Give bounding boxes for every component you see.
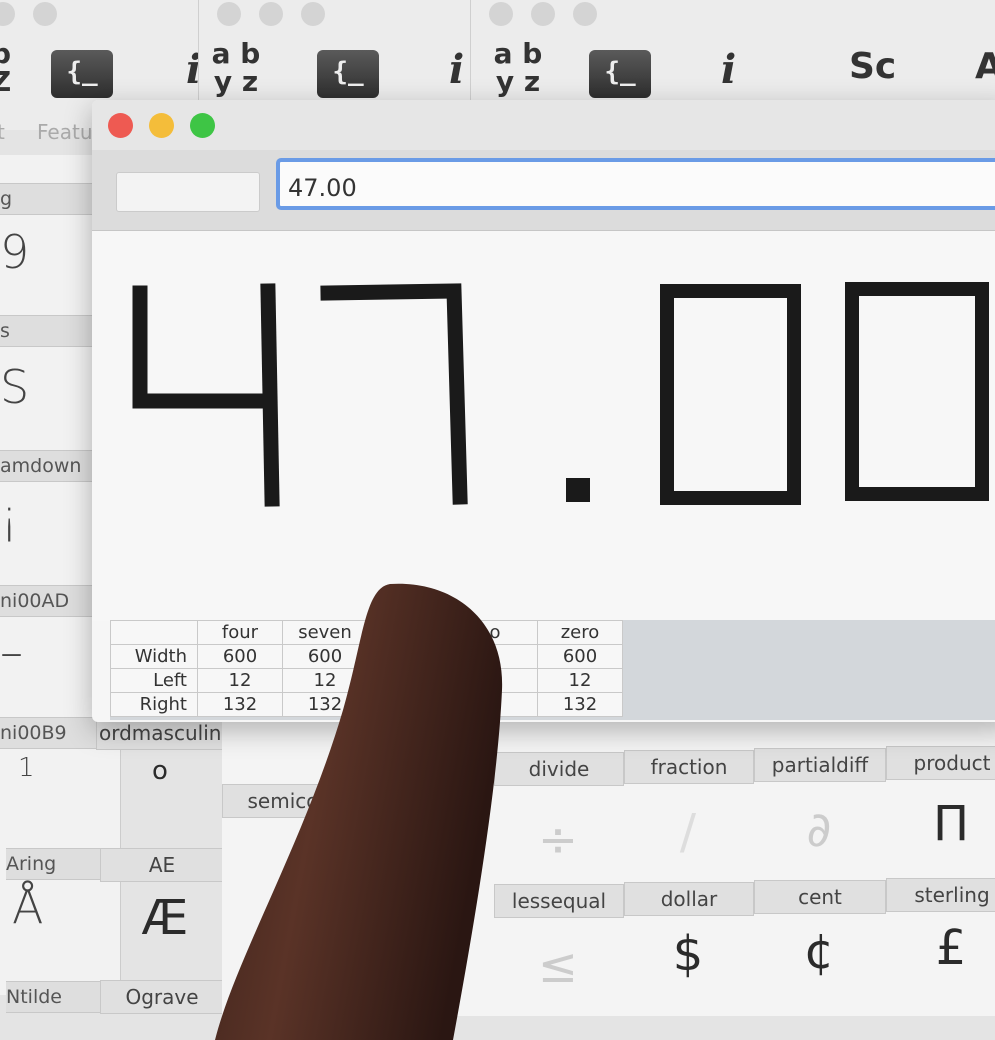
glyph-cell-name: product [886,746,995,780]
row-header: Left [110,668,198,693]
glyph-cell-preview[interactable]: / [624,804,752,860]
feature-brace-icon[interactable]: {_ [317,50,379,98]
glyph-cell-name: sterling [886,878,995,912]
glyph-cell-name: ni00B9 [0,717,110,749]
feature-label: Featu [37,120,93,144]
preview-toolbar: 47.00 [92,150,995,231]
glyph-cell-preview[interactable]: 1 [18,753,35,783]
glyph-period [566,478,590,502]
glyph-cell-preview[interactable]: $ [624,926,752,982]
width-cell[interactable]: 600 [537,644,623,669]
feature-brace-icon[interactable]: {_ [589,50,651,98]
lower-glyph-grid: semico divide ÷ fraction / partialdiff ∂… [222,716,995,1016]
width-cell[interactable] [367,644,453,669]
table-row: Right 132 132 132 [110,692,623,717]
table-row: four seven p o zero [110,620,623,645]
left-cell[interactable]: 12 [282,668,368,693]
close-button[interactable] [108,113,133,138]
glyph-cell-name: fraction [624,750,754,784]
right-cell[interactable] [367,692,453,717]
window-dot [0,2,15,26]
glyph-cell-preview[interactable]: o [120,756,200,786]
glyph-zero [845,282,989,501]
feature-brace-icon[interactable]: {_ [51,50,113,98]
window-dot [33,2,57,26]
metrics-panel: four seven p o zero Width 600 600 600 Le… [110,620,995,720]
glyph-cell-name: partialdiff [754,748,886,782]
column-header: zero [537,620,623,645]
glyph-cell-name: AE [100,848,224,882]
glyph-cell-preview[interactable]: Π [886,796,995,852]
window-dot [301,2,325,26]
info-icon[interactable]: i [721,46,736,93]
glyph-cell-preview[interactable]: ≤ [494,938,622,994]
left-cell[interactable]: 12 [537,668,623,693]
glyph-cell-name: dollar [624,882,754,916]
title-bar[interactable] [92,100,995,150]
smallcaps-icon[interactable]: Sc [849,46,896,87]
zoom-button[interactable] [190,113,215,138]
column-header: seven [282,620,368,645]
row-header: Right [110,692,198,717]
width-cell[interactable]: 600 [197,644,283,669]
size-field[interactable] [116,172,260,212]
window-dot [573,2,597,26]
glyph-cell-name: cent [754,880,886,914]
table-row: Left 12 12 12 [110,668,623,693]
preview-text-input[interactable]: 47.00 [276,158,995,210]
right-cell[interactable]: 132 [537,692,623,717]
minimize-button[interactable] [149,113,174,138]
ab-icon[interactable]: a by z [483,40,553,102]
column-header: p [367,620,453,645]
glyph-preview-area [92,231,995,621]
glyph-seven [320,283,468,505]
glyph-cell-name: semico [222,784,344,818]
column-header: four [197,620,283,645]
glyph-cell-name: Ograve [100,980,224,1014]
width-cell[interactable]: 600 [282,644,368,669]
glyph-cell-preview[interactable]: ¡ [0,490,18,544]
metrics-table: four seven p o zero Width 600 600 600 Le… [110,620,623,717]
table-row: Width 600 600 600 [110,644,623,669]
glyph-cell-preview[interactable]: ¢ [754,924,884,980]
glyph-cell-preview[interactable]: 9 [0,225,29,279]
preview-glyphs [132,282,989,507]
glyph-cell-preview[interactable]: – [0,625,23,679]
info-icon[interactable]: i [449,46,464,93]
right-cell[interactable]: 132 [197,692,283,717]
row-header: Width [110,644,198,669]
corner-cell [110,620,198,645]
left-cell[interactable]: 12 [197,668,283,693]
window-dot [217,2,241,26]
window-dot [489,2,513,26]
width-cell[interactable] [452,644,538,669]
left-cell[interactable] [452,668,538,693]
left-label-fragment: t [0,120,5,144]
window-dot [259,2,283,26]
glyph-cell-name: divide [494,752,624,786]
right-cell[interactable] [452,692,538,717]
ab-icon[interactable]: bZ [0,40,21,102]
column-header: o [452,620,538,645]
glyph-cell-preview[interactable]: ÷ [494,812,622,868]
glyph-four [132,283,280,507]
ab-icon[interactable]: a by z [201,40,271,102]
right-cell[interactable]: 132 [282,692,368,717]
glyph-cell-name: lessequal [494,884,624,918]
left-cell[interactable] [367,668,453,693]
glyph-cell-preview[interactable]: £ [886,920,995,976]
preview-window: 47.00 four seven p o zero Width 600 600 … [92,100,995,722]
glyph-zero [660,284,801,505]
glyph-cell-preview[interactable]: Æ [120,890,210,946]
glyph-cell-preview[interactable]: S [0,360,29,414]
window-dot [531,2,555,26]
glyph-cell-preview[interactable]: Å [12,880,43,934]
a-icon[interactable]: A [975,46,995,87]
glyph-cell-preview[interactable]: ∂ [754,802,884,858]
